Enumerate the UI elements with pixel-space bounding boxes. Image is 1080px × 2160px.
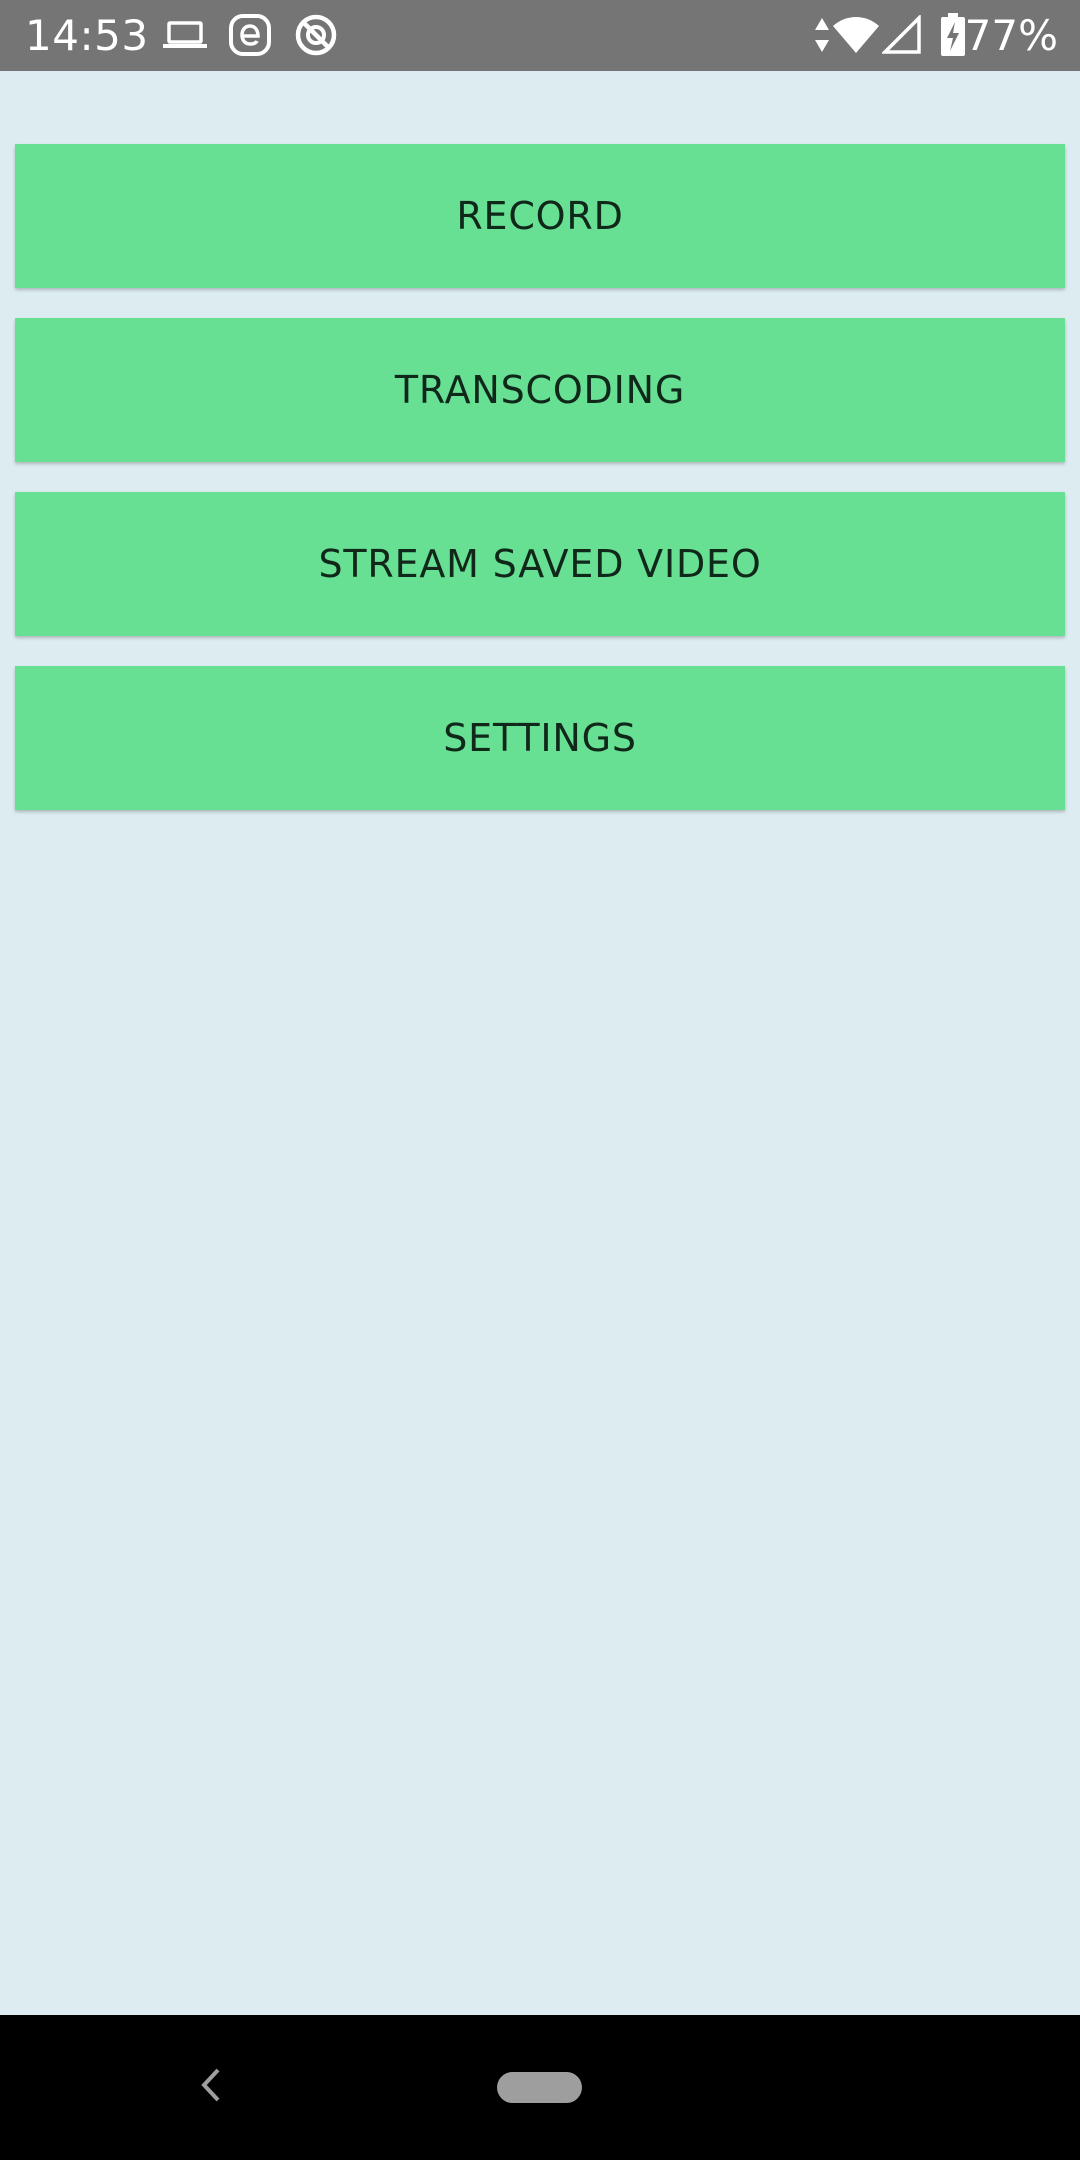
data-arrows-icon xyxy=(812,10,832,60)
no-disturb-circle-icon xyxy=(293,10,339,60)
status-time: 14:53 xyxy=(25,11,149,60)
transcoding-button[interactable]: TRANSCODING xyxy=(15,318,1065,462)
laptop-icon xyxy=(163,10,207,60)
battery-charging-icon xyxy=(940,10,966,60)
cell-signal-icon xyxy=(882,10,922,60)
status-bar: 14:53 77% xyxy=(0,0,1080,71)
home-pill-icon[interactable] xyxy=(497,2072,582,2103)
navigation-bar xyxy=(0,2015,1080,2160)
stream-saved-video-button-label: STREAM SAVED VIDEO xyxy=(318,542,762,586)
record-button[interactable]: RECORD xyxy=(15,144,1065,288)
stream-saved-video-button[interactable]: STREAM SAVED VIDEO xyxy=(15,492,1065,636)
wifi-icon xyxy=(832,10,880,60)
record-button-label: RECORD xyxy=(456,194,624,238)
settings-button[interactable]: SETTINGS xyxy=(15,666,1065,810)
app-screen: 14:53 77% RECORD TRANSCODING STREAM SAVE… xyxy=(0,0,1080,2160)
transcoding-button-label: TRANSCODING xyxy=(394,368,686,412)
e-circle-icon xyxy=(228,10,272,60)
settings-button-label: SETTINGS xyxy=(443,716,637,760)
main-menu: RECORD TRANSCODING STREAM SAVED VIDEO SE… xyxy=(15,144,1065,840)
back-icon[interactable] xyxy=(190,2060,230,2110)
battery-percent: 77% xyxy=(964,11,1058,60)
